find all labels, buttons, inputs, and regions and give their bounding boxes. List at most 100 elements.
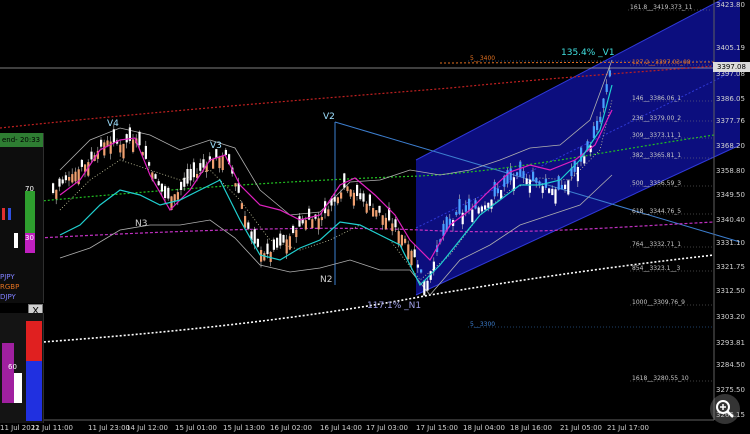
candle-bear	[122, 143, 125, 159]
candle-bear	[320, 217, 323, 221]
zoom-button[interactable]	[710, 394, 740, 424]
mini-bar-red	[2, 208, 5, 220]
fib-level-label: 382__3365.81_1	[632, 152, 681, 159]
candle-bear	[381, 215, 384, 225]
candle-bull	[160, 183, 163, 192]
candle-bear	[423, 280, 426, 296]
time-axis: 11 Jul 202211 Jul 11:00 11 Jul 23:0014 Ju…	[0, 424, 649, 432]
price-tick-label: 3321.75	[716, 263, 745, 271]
candle-bull	[356, 184, 359, 196]
candle-bear	[541, 186, 544, 193]
fib-level-label: 309__3373.11_1	[632, 132, 681, 139]
price-tick-label: 3293.81	[716, 339, 745, 347]
candle-bear	[365, 203, 368, 213]
candle-bear	[176, 192, 179, 200]
fib-level-label: 127.2__3397.03_08	[632, 59, 691, 66]
candle-bear	[173, 194, 176, 201]
candle-bull	[362, 193, 365, 202]
candle-bear	[71, 174, 74, 183]
candle-bear	[477, 207, 480, 214]
candle-bull	[90, 151, 93, 160]
pair-label-1: PJPY	[0, 273, 15, 281]
candle-bull	[557, 176, 560, 190]
candle-bull	[58, 178, 61, 187]
candle-bear	[234, 183, 237, 187]
candle-bull	[112, 129, 115, 143]
candle-bull	[224, 149, 227, 156]
candle-bear	[103, 142, 106, 156]
candle-bear	[576, 167, 579, 182]
candle-bear	[327, 209, 330, 217]
price-tick-label: 3349.50	[716, 191, 745, 199]
candle-bull	[144, 145, 147, 159]
fib-level-label: 764__3332.71_1	[632, 241, 681, 248]
label-n3: N3	[135, 219, 147, 229]
time-tick-label: 16 Jul 02:00	[270, 424, 312, 432]
candle-bull	[157, 181, 160, 186]
fib-level-label: 161.8__3419.373_11	[630, 4, 693, 11]
candle-bear	[119, 144, 122, 153]
fib-level-label: 1618__3280.55_10	[632, 375, 689, 382]
candle-bull	[266, 243, 269, 255]
candle-bull	[186, 168, 189, 184]
candle-bear	[554, 189, 557, 204]
candle-bear	[564, 184, 567, 190]
candle-bear	[400, 234, 403, 246]
time-tick-label: 17 Jul 03:00	[366, 424, 408, 432]
candle-bull	[506, 170, 509, 184]
candle-bull	[493, 181, 496, 197]
candle-bear	[567, 180, 570, 195]
candle-bull	[592, 126, 595, 138]
candle-bear	[317, 218, 320, 230]
candle-bear	[583, 156, 586, 164]
price-tick-label: 3386.05	[716, 95, 745, 103]
candle-bull	[359, 193, 362, 200]
candle-bull	[298, 216, 301, 227]
candle-bear	[416, 264, 419, 268]
time-tick-label: 11 Jul 11:00	[31, 424, 73, 432]
candle-bull	[138, 131, 141, 146]
candle-bull	[52, 183, 55, 193]
candle-bear	[346, 186, 349, 192]
candle-bull	[64, 175, 67, 181]
candle-bear	[551, 188, 554, 196]
candle-bear	[372, 208, 375, 217]
candle-bull	[256, 238, 259, 247]
time-tick-label: 18 Jul 04:00	[463, 424, 505, 432]
mini-bar-blue	[8, 208, 11, 220]
price-tick-label: 3275.50	[716, 386, 745, 394]
candle-bull	[464, 205, 467, 212]
candle-bear	[525, 178, 528, 185]
candle-bear	[240, 203, 243, 209]
indicator-panel[interactable]: end- 20:33 70 30 PJPY RGBP DJPY	[0, 133, 44, 303]
level-label-30: 30	[25, 234, 34, 242]
candle-bull	[180, 181, 183, 190]
price-tick-label: 3377.76	[716, 117, 745, 125]
candle-bull	[378, 205, 381, 213]
candle-bear	[426, 280, 429, 291]
indicator-panel-header: end- 20:33	[0, 133, 43, 147]
time-tick-label: 11 Jul 23:00	[88, 424, 130, 432]
candle-bear	[55, 189, 58, 199]
candle-bear	[212, 159, 215, 169]
price-tick-label: 3405.19	[716, 44, 745, 52]
label-n1: 117.1% _N1	[367, 301, 421, 311]
candle-bull	[516, 172, 519, 176]
time-tick-label: 21 Jul 05:00	[560, 424, 602, 432]
candle-bull	[333, 196, 336, 202]
label-v3: V3	[210, 141, 222, 151]
candle-bull	[535, 177, 538, 183]
white-ma-line	[0, 254, 715, 346]
candle-bull	[560, 184, 563, 189]
candle-bear	[132, 139, 135, 152]
fib-level-label: 146__3386.06_1	[632, 95, 681, 102]
candle-bear	[548, 188, 551, 193]
candle-bull	[605, 84, 608, 92]
time-tick-label: 21 Jul 17:00	[607, 424, 649, 432]
mini-indicator-box[interactable]: 60	[0, 313, 44, 423]
current-price-tag: 3397.08	[713, 62, 750, 72]
price-chart[interactable]: V4 V3 V2 N3 N2 117.1% _N1 135.4% _V1 161…	[0, 0, 750, 434]
candle-bear	[352, 192, 355, 206]
candle-bear	[487, 202, 490, 208]
candle-bull	[420, 269, 423, 273]
